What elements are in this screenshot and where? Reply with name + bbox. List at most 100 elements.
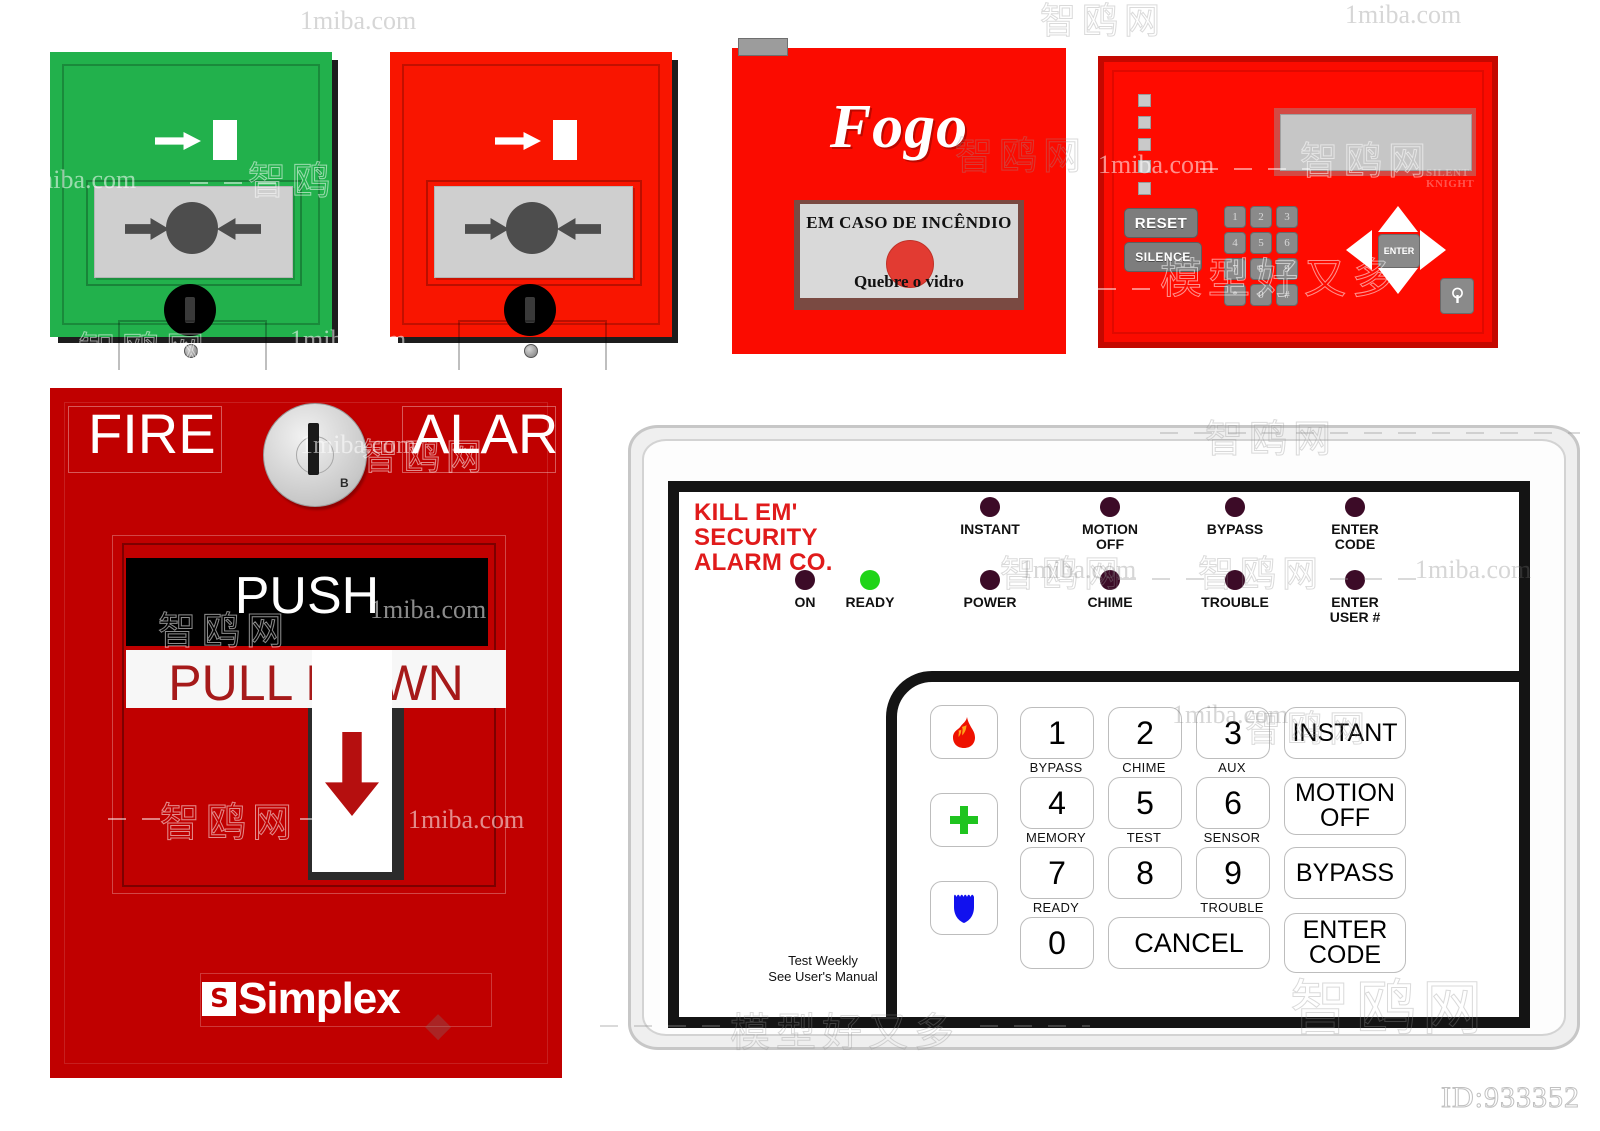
keypad-key-5[interactable]: 5 <box>1250 232 1272 254</box>
fire-panic-key[interactable] <box>930 705 998 759</box>
arrow-down-icon[interactable] <box>1378 268 1418 294</box>
keypad-key-3[interactable]: 3 <box>1276 206 1298 228</box>
watermark-dash <box>1098 288 1158 290</box>
watermark-dash <box>1160 432 1580 434</box>
watermark-dash <box>190 182 290 184</box>
green-call-point[interactable] <box>50 52 338 370</box>
led-bulb <box>1345 497 1365 517</box>
silent-knight-line2: KNIGHT <box>1426 178 1475 190</box>
alarm-label: ALARM <box>412 402 605 465</box>
screenshot-canvas: Fogo EM CASO DE INCÊNDIO Quebre o vidro … <box>0 0 1600 1131</box>
fire-alarm-control-panel[interactable]: SILENT KNIGHT RESET SILENCE 1 2 3 4 5 6 … <box>1098 56 1498 348</box>
arrow-right-icon[interactable] <box>1420 230 1446 270</box>
key-9-sublabel: TROUBLE <box>1200 900 1264 915</box>
key-2[interactable]: 2 <box>1108 707 1182 759</box>
medical-panic-key[interactable] <box>930 793 998 847</box>
enter-code-key[interactable]: ENTER CODE <box>1284 913 1406 973</box>
keypad-key-0[interactable]: 0 <box>1250 284 1272 306</box>
white-bar-icon <box>553 120 577 160</box>
led-label: TROUBLE <box>1201 594 1269 610</box>
simplex-pull-station[interactable]: FIRE ALARM B PUSH PULL DOWN SSimplex <box>50 388 605 1078</box>
simplex-brand-text: Simplex <box>238 974 401 1023</box>
led-label: INSTANT <box>960 521 1020 537</box>
key-3[interactable]: 3 <box>1196 707 1270 759</box>
led-bypass: BYPASS <box>1185 497 1285 537</box>
watermark-dash <box>1200 168 1310 170</box>
simplex-logo: S Simplex <box>202 974 401 1024</box>
bypass-key[interactable]: BYPASS <box>1284 847 1406 899</box>
press-dot-icon[interactable] <box>506 202 558 254</box>
key-lock-icon[interactable] <box>1440 278 1474 314</box>
key-slot-icon <box>308 423 319 475</box>
white-bar-icon <box>213 120 237 160</box>
key-2-sublabel: CHIME <box>1122 760 1166 775</box>
enter-button[interactable]: ENTER <box>1378 234 1420 268</box>
key-9[interactable]: 9 <box>1196 847 1270 899</box>
keypad-key-hash[interactable]: # <box>1276 284 1298 306</box>
arrow-left-icon[interactable] <box>1346 230 1372 270</box>
instant-key[interactable]: INSTANT <box>1284 707 1406 759</box>
key-5-sublabel: TEST <box>1126 830 1162 845</box>
reset-button[interactable]: RESET <box>1124 208 1198 238</box>
key-8[interactable]: 8 <box>1108 847 1182 899</box>
fogo-instruction-line-2: Quebre o vidro <box>854 272 964 291</box>
press-dot-icon[interactable] <box>166 202 218 254</box>
key-7[interactable]: 7 <box>1020 847 1094 899</box>
cancel-key[interactable]: CANCEL <box>1108 917 1270 969</box>
status-led-3 <box>1138 138 1151 151</box>
watermark-url: 1miba.com <box>300 6 417 35</box>
key-6[interactable]: 6 <box>1196 777 1270 829</box>
company-brand: KILL EM' SECURITY ALARM CO. <box>694 500 833 575</box>
keypad-key-2[interactable]: 2 <box>1250 206 1272 228</box>
silence-button[interactable]: SILENCE <box>1124 242 1202 272</box>
lcd-display <box>1280 114 1472 171</box>
key-4[interactable]: 4 <box>1020 777 1094 829</box>
keypad-key-4[interactable]: 4 <box>1224 232 1246 254</box>
led-bulb <box>980 570 1000 590</box>
led-bulb <box>795 570 815 590</box>
motion-off-key[interactable]: MOTION OFF <box>1284 777 1406 835</box>
police-panic-key[interactable] <box>930 881 998 935</box>
keypad-key-star[interactable]: * <box>1224 284 1246 306</box>
fogo-call-point[interactable]: Fogo EM CASO DE INCÊNDIO Quebre o vidro <box>732 38 1066 354</box>
keypad-key-9[interactable]: 9 <box>1276 258 1298 280</box>
push-bar-top-edge <box>128 548 486 558</box>
key-0[interactable]: 0 <box>1020 917 1094 969</box>
led-bulb <box>1100 497 1120 517</box>
key-3-sublabel: AUX <box>1218 760 1246 775</box>
led-trouble: TROUBLE <box>1183 570 1287 610</box>
key-1[interactable]: 1 <box>1020 707 1094 759</box>
keypad-key-1[interactable]: 1 <box>1224 206 1246 228</box>
led-instant: INSTANT <box>940 497 1040 537</box>
keypad-key-7[interactable]: 7 <box>1224 258 1246 280</box>
brand-line-1: KILL EM' <box>694 499 798 526</box>
led-label: READY <box>845 594 895 610</box>
fogo-title: Fogo <box>829 93 969 161</box>
fogo-hinge-tab <box>738 38 788 56</box>
led-bulb <box>1225 497 1245 517</box>
medical-cross-icon <box>950 806 978 834</box>
key-7-sublabel: READY <box>1032 900 1080 915</box>
led-bulb <box>1225 570 1245 590</box>
led-power: POWER <box>940 570 1040 610</box>
key-5[interactable]: 5 <box>1108 777 1182 829</box>
led-label: MOTION OFF <box>1082 521 1138 552</box>
red-call-point[interactable] <box>390 52 678 370</box>
led-label: BYPASS <box>1206 521 1264 537</box>
watermark-dash <box>980 1025 1090 1027</box>
led-ready: READY <box>824 570 916 610</box>
silent-knight-logo: SILENT KNIGHT <box>1426 168 1474 190</box>
simplex-logo-mark: S <box>202 982 236 1016</box>
led-enter-code: ENTER CODE <box>1305 497 1405 552</box>
led-bulb <box>980 497 1000 517</box>
keypad-key-6[interactable]: 6 <box>1276 232 1298 254</box>
arrow-up-icon[interactable] <box>1378 206 1418 232</box>
status-led-1 <box>1138 94 1151 107</box>
keypad-key-8[interactable]: 8 <box>1250 258 1272 280</box>
key-1-sublabel: BYPASS <box>1029 760 1083 775</box>
image-id-watermark: ID:933352 <box>1441 1081 1580 1115</box>
status-led-2 <box>1138 116 1151 129</box>
footer-note: Test Weekly See User's Manual <box>768 953 878 984</box>
security-keypad-panel[interactable]: KILL EM' SECURITY ALARM CO. INSTANT MOTI… <box>628 425 1580 1050</box>
watermark-dash <box>300 818 400 820</box>
